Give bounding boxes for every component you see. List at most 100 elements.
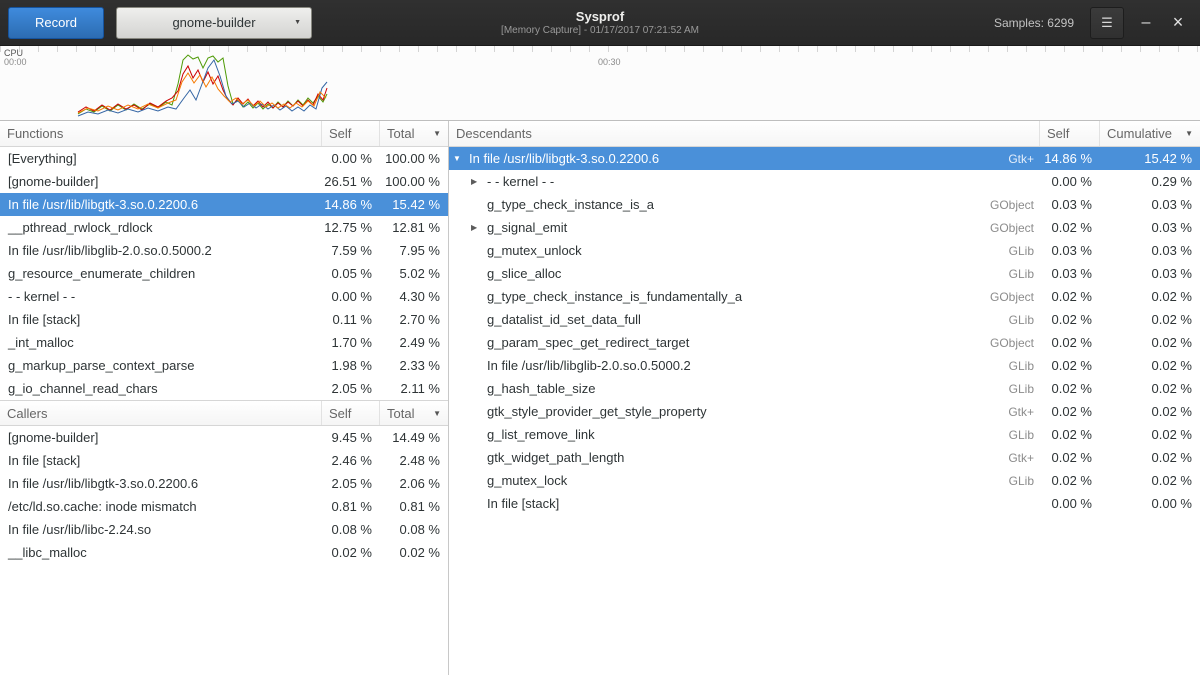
cell-function-name: _int_malloc xyxy=(0,335,322,350)
descendant-row[interactable]: In file /usr/lib/libglib-2.0.so.0.5000.2… xyxy=(449,354,1200,377)
descendant-name-label: gtk_widget_path_length xyxy=(487,450,624,465)
cell-function-name: g_datalist_id_set_data_full xyxy=(449,312,960,327)
cell-cumulative-percent: 0.03 % xyxy=(1100,266,1200,281)
cell-total-percent: 4.30 % xyxy=(380,289,448,304)
window-title: Sysprof xyxy=(576,9,624,25)
descendant-row[interactable]: gtk_widget_path_lengthGtk+0.02 %0.02 % xyxy=(449,446,1200,469)
descendant-row[interactable]: ▼In file /usr/lib/libgtk-3.so.0.2200.6Gt… xyxy=(449,147,1200,170)
descendant-row[interactable]: g_type_check_instance_is_fundamentally_a… xyxy=(449,285,1200,308)
function-row[interactable]: _int_malloc1.70 %2.49 % xyxy=(0,331,448,354)
function-row[interactable]: __pthread_rwlock_rdlock12.75 %12.81 % xyxy=(0,216,448,239)
caller-row[interactable]: [gnome-builder]9.45 %14.49 % xyxy=(0,426,448,449)
cpu-timeline[interactable]: CPU 00:00 00:30 xyxy=(0,46,1200,121)
timeline-mid-label: 00:30 xyxy=(598,57,621,67)
functions-self-column-header[interactable]: Self xyxy=(322,121,380,146)
function-row[interactable]: In file /usr/lib/libgtk-3.so.0.2200.614.… xyxy=(0,193,448,216)
descendant-row[interactable]: g_datalist_id_set_data_fullGLib0.02 %0.0… xyxy=(449,308,1200,331)
process-selector-dropdown[interactable]: gnome-builder ▼ xyxy=(116,7,312,39)
caller-row[interactable]: In file [stack]2.46 %2.48 % xyxy=(0,449,448,472)
descendant-name-label: gtk_style_provider_get_style_property xyxy=(487,404,707,419)
descendant-name-label: g_signal_emit xyxy=(487,220,567,235)
function-row[interactable]: g_markup_parse_context_parse1.98 %2.33 % xyxy=(0,354,448,377)
expander-icon[interactable]: ▶ xyxy=(471,177,487,186)
descendants-column-header[interactable]: Descendants xyxy=(449,121,1040,146)
expander-icon[interactable]: ▶ xyxy=(471,223,487,232)
cell-category: Gtk+ xyxy=(960,451,1040,465)
descendant-name-label: In file [stack] xyxy=(487,496,559,511)
caller-row[interactable]: __libc_malloc0.02 %0.02 % xyxy=(0,541,448,564)
descendant-name-label: g_type_check_instance_is_fundamentally_a xyxy=(487,289,742,304)
hamburger-menu-button[interactable]: ☰ xyxy=(1090,7,1124,39)
descendant-row[interactable]: g_list_remove_linkGLib0.02 %0.02 % xyxy=(449,423,1200,446)
function-row[interactable]: In file [stack]0.11 %2.70 % xyxy=(0,308,448,331)
cell-total-percent: 100.00 % xyxy=(380,174,448,189)
close-button[interactable]: × xyxy=(1164,9,1192,37)
cell-function-name: __libc_malloc xyxy=(0,545,322,560)
cell-function-name: ▼In file /usr/lib/libgtk-3.so.0.2200.6 xyxy=(449,151,960,166)
expander-icon[interactable]: ▼ xyxy=(453,154,469,163)
functions-total-column-header[interactable]: Total ▼ xyxy=(380,121,448,146)
descendant-row[interactable]: g_type_check_instance_is_aGObject0.03 %0… xyxy=(449,193,1200,216)
descendant-row[interactable]: ▶g_signal_emitGObject0.02 %0.03 % xyxy=(449,216,1200,239)
callers-table: [gnome-builder]9.45 %14.49 %In file [sta… xyxy=(0,426,448,564)
sort-descending-icon: ▼ xyxy=(427,129,441,138)
function-row[interactable]: g_resource_enumerate_children0.05 %5.02 … xyxy=(0,262,448,285)
descendant-row[interactable]: gtk_style_provider_get_style_property Gtk… xyxy=(449,400,1200,423)
cell-self-percent: 0.11 % xyxy=(322,312,380,327)
cell-function-name: - - kernel - - xyxy=(0,289,322,304)
cell-function-name: gtk_widget_path_length xyxy=(449,450,960,465)
descendant-row[interactable]: g_param_spec_get_redirect_targetGObject0… xyxy=(449,331,1200,354)
cell-self-percent: 2.05 % xyxy=(322,381,380,396)
caller-row[interactable]: In file /usr/lib/libgtk-3.so.0.2200.62.0… xyxy=(0,472,448,495)
headerbar: Record gnome-builder ▼ Sysprof [Memory C… xyxy=(0,0,1200,46)
function-row[interactable]: In file /usr/lib/libglib-2.0.so.0.5000.2… xyxy=(0,239,448,262)
descendant-row[interactable]: g_slice_allocGLib0.03 %0.03 % xyxy=(449,262,1200,285)
cell-category: Gtk+ xyxy=(960,405,1040,419)
function-row[interactable]: g_io_channel_read_chars2.05 %2.11 % xyxy=(0,377,448,400)
function-row[interactable]: [Everything]0.00 %100.00 % xyxy=(0,147,448,170)
descendants-cumulative-column-header[interactable]: Cumulative ▼ xyxy=(1100,121,1200,146)
cpu-green-line xyxy=(78,55,327,114)
minimize-button[interactable]: – xyxy=(1132,9,1160,37)
cell-cumulative-percent: 0.02 % xyxy=(1100,289,1200,304)
cell-function-name: [gnome-builder] xyxy=(0,174,322,189)
descendant-row[interactable]: g_mutex_lockGLib0.02 %0.02 % xyxy=(449,469,1200,492)
descendant-row[interactable]: In file [stack]0.00 %0.00 % xyxy=(449,492,1200,515)
functions-column-header[interactable]: Functions xyxy=(0,121,322,146)
descendant-row[interactable]: g_mutex_unlockGLib0.03 %0.03 % xyxy=(449,239,1200,262)
cell-self-percent: 0.03 % xyxy=(1040,243,1100,258)
cell-total-percent: 14.49 % xyxy=(380,430,448,445)
callers-table-header: Callers Self Total ▼ xyxy=(0,400,448,426)
descendants-self-column-header[interactable]: Self xyxy=(1040,121,1100,146)
cell-self-percent: 0.03 % xyxy=(1040,266,1100,281)
cell-cumulative-percent: 0.02 % xyxy=(1100,473,1200,488)
caller-row[interactable]: /etc/ld.so.cache: inode mismatch0.81 %0.… xyxy=(0,495,448,518)
cell-self-percent: 0.02 % xyxy=(1040,289,1100,304)
callers-total-column-header[interactable]: Total ▼ xyxy=(380,401,448,425)
descendant-name-label: g_mutex_unlock xyxy=(487,243,582,258)
function-row[interactable]: [gnome-builder]26.51 %100.00 % xyxy=(0,170,448,193)
cell-self-percent: 0.02 % xyxy=(1040,358,1100,373)
callers-self-column-header[interactable]: Self xyxy=(322,401,380,425)
function-row[interactable]: - - kernel - -0.00 %4.30 % xyxy=(0,285,448,308)
descendant-name-label: g_type_check_instance_is_a xyxy=(487,197,654,212)
cell-self-percent: 0.02 % xyxy=(1040,404,1100,419)
caller-row[interactable]: In file /usr/lib/libc-2.24.so0.08 %0.08 … xyxy=(0,518,448,541)
samples-count: Samples: 6299 xyxy=(994,16,1074,30)
cell-function-name: ▶g_signal_emit xyxy=(449,220,960,235)
cell-cumulative-percent: 0.03 % xyxy=(1100,243,1200,258)
cell-total-percent: 0.08 % xyxy=(380,522,448,537)
cell-function-name: gtk_style_provider_get_style_property xyxy=(449,404,960,419)
callers-column-header[interactable]: Callers xyxy=(0,401,322,425)
cell-category: GObject xyxy=(960,290,1040,304)
cell-total-percent: 7.95 % xyxy=(380,243,448,258)
record-button[interactable]: Record xyxy=(8,7,104,39)
cell-cumulative-percent: 0.29 % xyxy=(1100,174,1200,189)
cell-function-name: g_hash_table_size xyxy=(449,381,960,396)
cell-total-percent: 2.11 % xyxy=(380,381,448,396)
descendant-name-label: In file /usr/lib/libglib-2.0.so.0.5000.2 xyxy=(487,358,691,373)
cell-function-name: g_param_spec_get_redirect_target xyxy=(449,335,960,350)
descendant-row[interactable]: g_hash_table_sizeGLib0.02 %0.02 % xyxy=(449,377,1200,400)
descendant-row[interactable]: ▶- - kernel - -0.00 %0.29 % xyxy=(449,170,1200,193)
cell-category: GLib xyxy=(960,382,1040,396)
